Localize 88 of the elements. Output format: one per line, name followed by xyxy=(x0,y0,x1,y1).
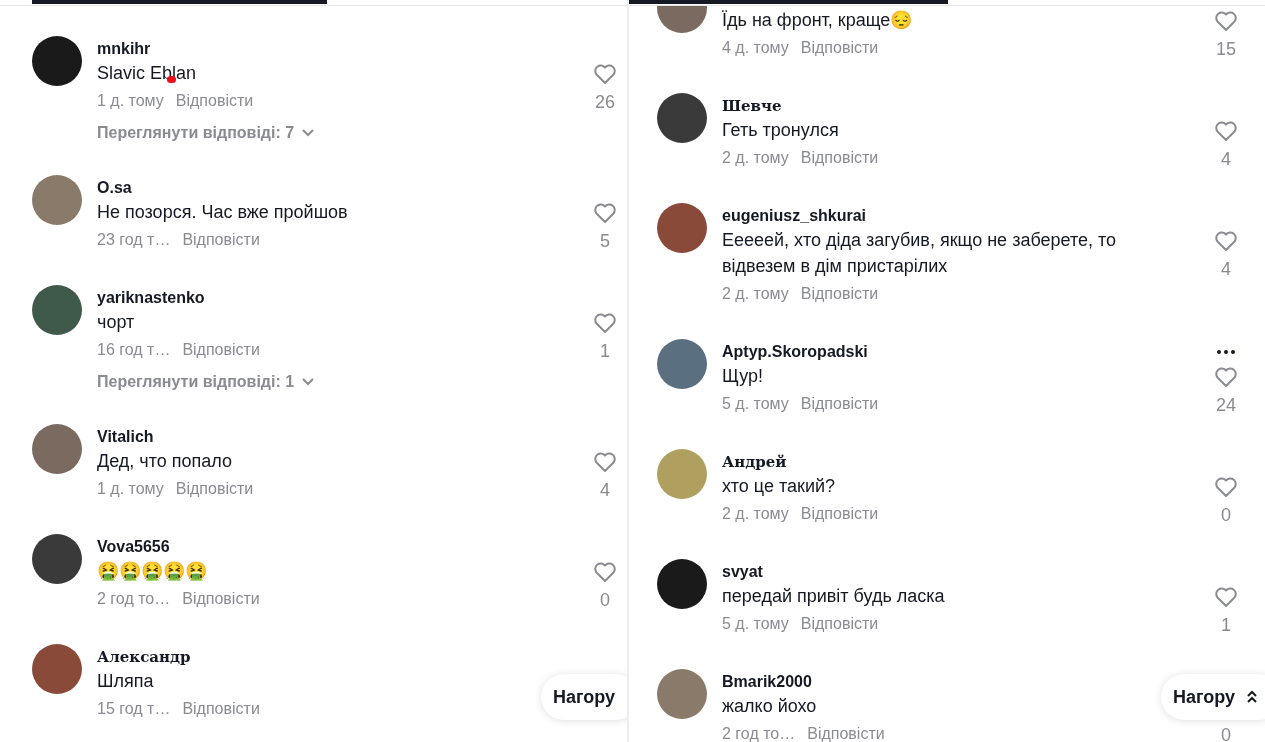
comment-time: 4 д. тому xyxy=(722,38,789,58)
heart-icon[interactable] xyxy=(593,451,617,473)
comment-time: 1 д. тому xyxy=(97,91,164,111)
avatar-photo-placeholder[interactable] xyxy=(657,559,707,609)
comment-text: Slavic Eblan xyxy=(97,62,198,85)
avatar-photo-placeholder[interactable] xyxy=(657,93,707,143)
heart-icon[interactable] xyxy=(593,63,617,85)
like-count: 1 xyxy=(600,340,610,363)
back-to-top-button[interactable]: Нагору xyxy=(540,674,627,720)
comment-text: Ееееей, хто діда загубив, якщо не заберете, то відвезем в дім пристарілих xyxy=(722,229,1118,278)
heart-icon[interactable] xyxy=(1214,476,1238,498)
reply-link[interactable]: Відповісти xyxy=(800,392,879,416)
username[interactable]: yariknastenko xyxy=(97,287,205,309)
like-count: 0 xyxy=(1221,724,1231,742)
comment-time: 23 год т… xyxy=(97,230,171,250)
like-count: 4 xyxy=(600,479,610,502)
username[interactable]: Aptyp.Skoropadski xyxy=(722,341,868,363)
heart-icon[interactable] xyxy=(593,561,617,583)
username[interactable]: eugeniusz_shkurai xyxy=(722,205,867,227)
heart-icon[interactable] xyxy=(1214,586,1238,608)
comment-time: 2 д. тому xyxy=(722,148,789,168)
comment-text: Їдь на фронт, краще😔 xyxy=(722,9,914,32)
comment-time: 2 год то… xyxy=(722,724,796,742)
like-count: 0 xyxy=(1221,504,1231,527)
comment-text: Не позорся. Час вже пройшов xyxy=(97,201,349,224)
comment-text: Геть тронулся xyxy=(722,119,840,142)
reply-link[interactable]: Відповісти xyxy=(182,338,260,362)
double-chevron-up-icon xyxy=(1247,690,1257,704)
view-replies-button[interactable]: Переглянути відповіді: 7 xyxy=(97,121,315,145)
more-icon[interactable] xyxy=(1217,350,1235,354)
reply-link[interactable]: Відповісти xyxy=(182,228,260,252)
reply-link[interactable]: Відповісти xyxy=(800,146,879,170)
comment-text: Щур! xyxy=(722,365,765,388)
comment-text: 🤮🤮🤮🤮🤮 xyxy=(97,560,208,583)
like-count: 24 xyxy=(1216,394,1236,417)
avatar-photo-placeholder[interactable] xyxy=(32,285,82,335)
username[interactable]: mnkihr xyxy=(97,38,151,60)
heart-icon[interactable] xyxy=(593,312,617,334)
username[interactable]: Bmarik2000 xyxy=(722,671,812,693)
view-replies-button[interactable]: Переглянути відповіді: 1 xyxy=(97,370,315,394)
reply-link[interactable]: Відповісти xyxy=(800,502,879,526)
username[interactable]: Александр xyxy=(97,646,191,668)
comment-time: 15 год т… xyxy=(97,699,171,719)
like-count: 0 xyxy=(600,589,610,612)
like-count: 1 xyxy=(1221,614,1231,637)
comment-time: 2 д. тому xyxy=(722,284,789,304)
like-count: 4 xyxy=(1221,148,1231,171)
heart-icon[interactable] xyxy=(1214,120,1238,142)
reply-link[interactable]: Відповісти xyxy=(800,36,879,60)
username[interactable]: Vova5656 xyxy=(97,536,170,558)
back-to-top-button[interactable]: Нагору xyxy=(1160,674,1265,720)
comment-time: 2 год то… xyxy=(97,589,171,609)
reply-link[interactable]: Відповісти xyxy=(182,697,260,721)
avatar-photo-placeholder[interactable] xyxy=(657,203,707,253)
username[interactable]: svyat xyxy=(722,561,763,583)
comment-time: 5 д. тому xyxy=(722,394,789,414)
heart-icon[interactable] xyxy=(1214,366,1238,388)
like-count: 5 xyxy=(600,230,610,253)
username[interactable]: O.sa xyxy=(97,177,132,199)
avatar-photo-placeholder[interactable] xyxy=(32,644,82,694)
comment-time: 16 год т… xyxy=(97,340,171,360)
avatar-photo-placeholder[interactable] xyxy=(32,534,82,584)
reply-link[interactable]: Відповісти xyxy=(182,587,260,611)
heart-icon[interactable] xyxy=(1214,230,1238,252)
heart-icon[interactable] xyxy=(593,202,617,224)
heart-icon[interactable] xyxy=(1214,10,1238,32)
comment-text: хто це такий? xyxy=(722,475,837,498)
reply-link[interactable]: Відповісти xyxy=(800,612,879,636)
comment-text: чорт xyxy=(97,311,136,334)
reply-link[interactable]: Відповісти xyxy=(807,722,885,742)
reply-link[interactable]: Відповісти xyxy=(800,282,879,306)
comment-time: 5 д. тому xyxy=(722,614,789,634)
username[interactable]: Шевче xyxy=(722,95,782,117)
comment-time: 1 д. тому xyxy=(97,479,164,499)
username[interactable]: Vitalich xyxy=(97,426,154,448)
like-count: 26 xyxy=(595,91,615,114)
comment-time: 2 д. тому xyxy=(722,504,789,524)
like-count: 4 xyxy=(1221,258,1231,281)
comment-text: Шляпа xyxy=(97,670,155,693)
avatar-photo-placeholder[interactable] xyxy=(32,36,82,86)
username[interactable]: Андрей xyxy=(722,451,787,473)
comment-text: передай привіт будь ласка xyxy=(722,585,946,608)
reply-link[interactable]: Відповісти xyxy=(175,89,254,113)
chevron-down-icon xyxy=(302,129,315,137)
reply-link[interactable]: Відповісти xyxy=(175,477,254,501)
like-count: 15 xyxy=(1216,38,1236,61)
chevron-down-icon xyxy=(302,378,315,386)
comment-text: Дед, что попало xyxy=(97,450,233,473)
